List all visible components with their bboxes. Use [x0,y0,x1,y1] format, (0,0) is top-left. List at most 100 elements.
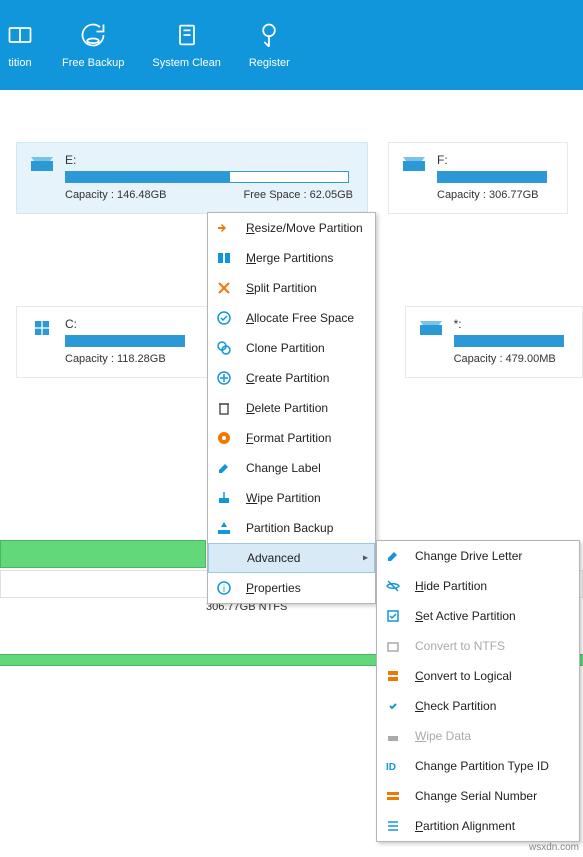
menu-item-label: Resize/Move Partition [246,221,363,235]
menu-item-resize-move-partition[interactable]: Resize/Move Partition [208,213,375,243]
submenu-item-icon [385,698,401,714]
menu-item-label: Format Partition [246,431,331,445]
drive-icon [31,157,53,171]
drive-cards-row1: E: Capacity : 146.48GB Free Space : 62.0… [0,90,583,214]
menu-item-properties[interactable]: iProperties [208,573,375,603]
menu-item-icon [216,250,232,266]
menu-item-icon [216,220,232,236]
toolbar-clean-label: System Clean [152,57,220,69]
submenu-item-hide-partition[interactable]: Hide Partition [377,571,579,601]
submenu-item-convert-to-ntfs: Convert to NTFS [377,631,579,661]
menu-item-create-partition[interactable]: Create Partition [208,363,375,393]
submenu-item-convert-to-logical[interactable]: Convert to Logical [377,661,579,691]
menu-item-icon [216,370,232,386]
svg-text:i: i [223,584,225,595]
drive-card-star[interactable]: *: Capacity : 479.00MB [405,306,583,378]
toolbar-register-label: Register [249,57,290,69]
submenu-item-label: Partition Alignment [415,819,515,833]
capacity-bar [454,335,564,347]
menu-item-icon [216,340,232,356]
drive-letter: F: [437,153,553,167]
menu-item-label: Wipe Partition [246,491,321,505]
submenu-item-icon [385,578,401,594]
menu-item-icon [216,460,232,476]
menu-item-split-partition[interactable]: Split Partition [208,273,375,303]
menu-item-label: Clone Partition [246,341,325,355]
submenu-item-label: Set Active Partition [415,609,516,623]
menu-item-label: Advanced [247,551,300,565]
capacity-label: Capacity : 306.77GB [437,189,539,201]
submenu-item-change-partition-type-id[interactable]: ID Change Partition Type ID [377,751,579,781]
capacity-label: Capacity : 146.48GB [65,189,167,201]
svg-text:ID: ID [386,762,396,773]
menu-item-icon [216,490,232,506]
disk-map-segment[interactable] [0,540,206,568]
toolbar-partition-label: tition [8,57,31,69]
free-space-label: Free Space : 62.05GB [244,189,353,201]
submenu-item-set-active-partition[interactable]: Set Active Partition [377,601,579,631]
capacity-label: Capacity : 118.28GB [65,353,166,365]
toolbar-register-button[interactable]: Register [235,0,304,90]
menu-item-icon: i [216,580,232,596]
capacity-bar [65,335,185,347]
submenu-item-label: Change Serial Number [415,789,537,803]
menu-item-label: Allocate Free Space [246,311,354,325]
submenu-item-icon [385,638,401,654]
submenu-item-icon [385,668,401,684]
menu-item-merge-partitions[interactable]: Merge Partitions [208,243,375,273]
register-icon [255,21,283,49]
context-menu: Resize/Move Partition Merge Partitions Spl… [207,212,376,604]
submenu-item-label: Change Partition Type ID [415,759,549,773]
capacity-bar [65,171,349,183]
submenu-arrow-icon: ▸ [363,553,368,564]
menu-item-label: Partition Backup [246,521,333,535]
submenu-item-wipe-data: Wipe Data [377,721,579,751]
submenu-item-icon [385,728,401,744]
submenu-item-icon: ID [385,758,401,774]
submenu-item-check-partition[interactable]: Check Partition [377,691,579,721]
menu-item-icon [216,430,232,446]
menu-item-icon [216,280,232,296]
submenu-item-label: Hide Partition [415,579,487,593]
menu-item-icon [216,310,232,326]
drive-card-e[interactable]: E: Capacity : 146.48GB Free Space : 62.0… [16,142,368,214]
menu-item-label: Delete Partition [246,401,328,415]
menu-item-wipe-partition[interactable]: Wipe Partition [208,483,375,513]
submenu-item-icon [385,788,401,804]
advanced-submenu: Change Drive Letter Hide Partition Set Act… [376,540,580,842]
menu-item-format-partition[interactable]: Format Partition [208,423,375,453]
menu-item-icon [217,550,233,566]
toolbar-backup-button[interactable]: Free Backup [48,0,138,90]
partition-icon [6,21,34,49]
submenu-item-change-serial-number[interactable]: Change Serial Number [377,781,579,811]
menu-item-icon [216,400,232,416]
top-toolbar: tition Free Backup System Clean Register [0,0,583,90]
menu-item-label: Split Partition [246,281,317,295]
drive-letter: *: [454,317,568,331]
menu-item-clone-partition[interactable]: Clone Partition [208,333,375,363]
toolbar-clean-button[interactable]: System Clean [138,0,234,90]
menu-item-advanced[interactable]: Advanced ▸ [208,543,375,573]
toolbar-partition-button[interactable]: tition [0,0,48,90]
watermark: wsxdn.com [529,842,579,853]
menu-item-partition-backup[interactable]: Partition Backup [208,513,375,543]
drive-card-f[interactable]: F: Capacity : 306.77GB [388,142,568,214]
menu-item-delete-partition[interactable]: Delete Partition [208,393,375,423]
submenu-item-label: Wipe Data [415,729,471,743]
submenu-item-label: Convert to NTFS [415,639,505,653]
submenu-item-icon [385,608,401,624]
submenu-item-partition-alignment[interactable]: Partition Alignment [377,811,579,841]
drive-icon [403,157,425,171]
capacity-bar [437,171,547,183]
capacity-label: Capacity : 479.00MB [454,353,556,365]
menu-item-label: Change Label [246,461,321,475]
submenu-item-change-drive-letter[interactable]: Change Drive Letter [377,541,579,571]
menu-item-change-label[interactable]: Change Label [208,453,375,483]
clean-icon [173,21,201,49]
submenu-item-label: Check Partition [415,699,496,713]
drive-letter: E: [65,153,353,167]
menu-item-label: Create Partition [246,371,329,385]
menu-item-allocate-free-space[interactable]: Allocate Free Space [208,303,375,333]
submenu-item-icon [385,818,401,834]
submenu-item-label: Convert to Logical [415,669,512,683]
